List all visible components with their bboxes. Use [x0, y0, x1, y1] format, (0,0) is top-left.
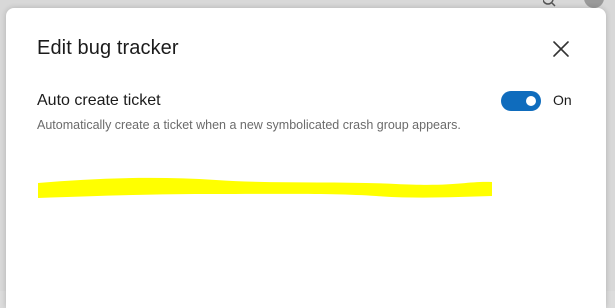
auto-create-ticket-toggle[interactable] — [501, 91, 541, 111]
avatar[interactable] — [584, 0, 604, 8]
close-button[interactable] — [551, 39, 571, 59]
dialog-title: Edit bug tracker — [37, 37, 179, 59]
toggle-state-label: On — [553, 92, 572, 108]
toggle-knob — [526, 96, 536, 106]
auto-create-ticket-label: Auto create ticket — [37, 92, 161, 109]
search-icon — [543, 0, 557, 8]
auto-create-ticket-description: Automatically create a ticket when a new… — [37, 118, 461, 132]
close-icon — [551, 41, 571, 62]
redaction-highlight — [36, 172, 496, 204]
edit-bug-tracker-dialog: Edit bug tracker Auto create ticket Auto… — [6, 8, 606, 308]
